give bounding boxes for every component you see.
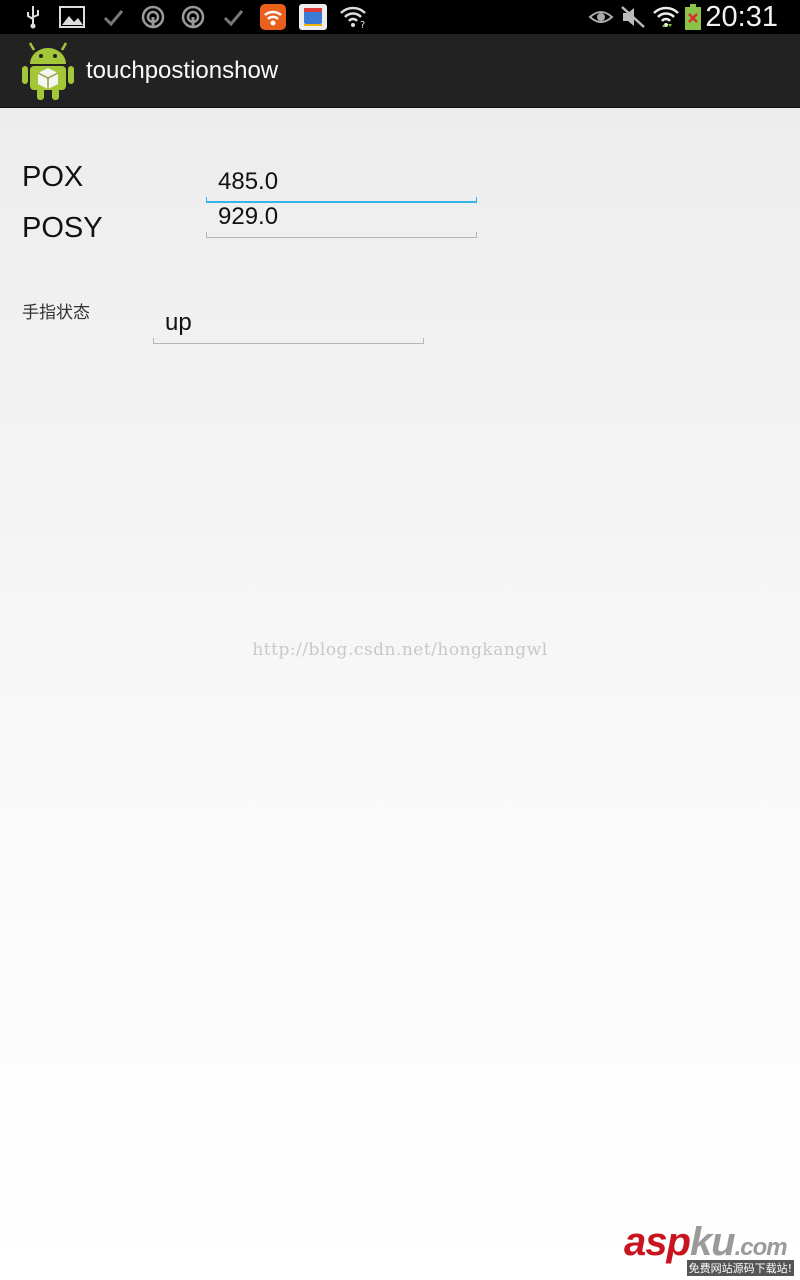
check-icon xyxy=(223,10,244,27)
mute-icon xyxy=(621,6,645,28)
status-clock: 20:31 xyxy=(705,1,778,33)
podcast-icon xyxy=(141,5,165,29)
rss-app-icon xyxy=(260,4,286,30)
pox-label: POX xyxy=(22,161,84,193)
posy-label: POSY xyxy=(22,212,103,244)
finger-state-input-underline xyxy=(153,338,424,344)
image-icon xyxy=(59,6,85,28)
pox-input[interactable]: 485.0 xyxy=(206,163,477,203)
aspku-logo: aspku.com 免费网站源码下载站! xyxy=(624,1220,794,1276)
store-app-icon xyxy=(299,4,327,30)
battery-icon xyxy=(685,4,701,30)
app-title: touchpostionshow xyxy=(86,57,279,84)
usb-icon xyxy=(27,6,39,29)
podcast-icon xyxy=(181,5,205,29)
blog-watermark: http://blog.csdn.net/hongkangwl xyxy=(252,640,548,660)
finger-state-value: up xyxy=(165,309,192,336)
wifi-notify-icon: ? xyxy=(340,6,366,30)
finger-state-label: 手指状态 xyxy=(22,303,90,323)
wifi-icon xyxy=(653,6,679,27)
eye-icon xyxy=(588,11,614,23)
aspku-tagline: 免费网站源码下载站! xyxy=(686,1260,794,1276)
posy-input-underline xyxy=(206,232,477,238)
svg-text:?: ? xyxy=(360,20,365,30)
finger-state-input[interactable]: up xyxy=(153,304,424,344)
action-bar: touchpostionshow xyxy=(0,34,800,108)
posy-input[interactable]: 929.0 xyxy=(206,198,477,238)
check-icon xyxy=(103,10,124,27)
posy-value: 929.0 xyxy=(218,203,279,230)
android-icon[interactable] xyxy=(22,40,74,100)
pox-value: 485.0 xyxy=(218,168,279,195)
status-bar: ? 20:31 xyxy=(0,0,800,34)
aspku-logo-text: aspku.com xyxy=(624,1220,788,1264)
